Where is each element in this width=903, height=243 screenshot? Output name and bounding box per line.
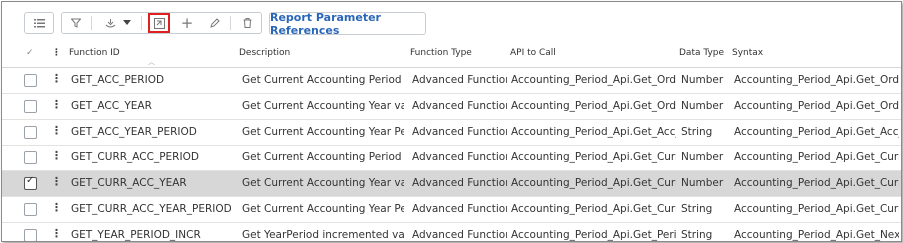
cell-description: Get Current Accounting Period val... [242, 74, 404, 86]
cell-function-type: Advanced Function [412, 99, 507, 112]
separator [230, 16, 231, 30]
cell-syntax: Accounting_Period_Api.Get_Curr_A... [734, 203, 899, 215]
table-row[interactable]: ⋮ GET_ACC_YEAR_PERIOD Get Current Accounti… [2, 120, 901, 146]
row-menu-icon[interactable]: ⋮ [51, 176, 62, 187]
cell-syntax: Accounting_Period_Api.Get_Ordin... [734, 74, 899, 86]
app-window: + Report Parameter References ✓ ⋮ Functi… [1, 1, 902, 242]
row-checkbox[interactable] [24, 228, 37, 241]
table-row[interactable]: ✓ ⋮ GET_CURR_ACC_YEAR Get Current Accountin… [2, 171, 901, 198]
highlight-box [148, 13, 170, 33]
row-menu-icon[interactable]: ⋮ [51, 99, 62, 110]
cell-api-to-call: Accounting_Period_Api.Get_Curr_A... [511, 177, 676, 190]
cell-syntax: Accounting_Period_Api.Get_Next_... [734, 228, 899, 241]
cell-data-type: Number [681, 74, 724, 86]
table-row[interactable]: ⋮ GET_ACC_PERIOD Get Current Accounting Pe… [2, 68, 901, 94]
column-description[interactable]: Description [239, 48, 290, 58]
row-checkbox[interactable] [24, 203, 37, 216]
table-row[interactable]: ⋮ GET_YEAR_PERIOD_INCR Get YearPeriod incr… [2, 223, 901, 241]
cell-api-to-call: Accounting_Period_Api.Get_Ordin... [511, 74, 676, 86]
cell-syntax: Accounting_Period_Api.Get_Ordin... [734, 99, 899, 112]
cell-description: Get Current Accounting Period val... [242, 151, 404, 164]
cell-description: Get Current Accounting Year Perio... [242, 125, 404, 138]
trash-icon[interactable] [236, 13, 258, 33]
column-function-id[interactable]: Function ID [69, 48, 120, 58]
dropdown-caret-icon[interactable] [120, 13, 134, 33]
column-data-type[interactable]: Data Type [679, 48, 724, 58]
cell-api-to-call: Accounting_Period_Api.Get_Period... [511, 228, 676, 241]
cell-data-type: String [681, 228, 713, 241]
separator [91, 16, 92, 30]
cell-api-to-call: Accounting_Period_Api.Get_Curr_A... [511, 151, 676, 164]
row-menu-icon[interactable]: ⋮ [51, 150, 62, 161]
row-checkbox[interactable] [24, 74, 37, 87]
edit-icon[interactable] [204, 13, 226, 33]
header-kebab-icon[interactable]: ⋮ [52, 48, 61, 58]
cell-api-to-call: Accounting_Period_Api.Get_Curr_A... [511, 203, 676, 215]
list-icon[interactable] [25, 13, 53, 33]
cell-function-id: GET_ACC_PERIOD [71, 74, 165, 86]
row-menu-icon[interactable]: ⋮ [51, 202, 62, 213]
cell-function-type: Advanced Function [412, 228, 507, 241]
cell-function-type: Advanced Function [412, 151, 507, 164]
column-api-to-call[interactable]: API to Call [510, 48, 556, 58]
cell-function-id: GET_CURR_ACC_PERIOD [71, 151, 199, 164]
table-row[interactable]: ⋮ GET_CURR_ACC_PERIOD Get Current Accounti… [2, 145, 901, 172]
copy-icon[interactable] [100, 13, 120, 33]
cell-description: Get YearPeriod incremented value... [242, 228, 404, 241]
cell-api-to-call: Accounting_Period_Api.Get_Acc_Ye... [511, 125, 676, 138]
check-icon: ✓ [26, 175, 35, 187]
row-checkbox[interactable] [24, 125, 37, 139]
cell-function-type: Advanced Function [412, 74, 507, 86]
row-menu-icon[interactable]: ⋮ [51, 73, 62, 84]
cell-syntax: Accounting_Period_Api.Get_Curr_A... [734, 151, 899, 164]
cell-function-type: Advanced Function [412, 125, 507, 138]
plus-icon[interactable]: + [176, 13, 198, 33]
separator [141, 16, 142, 30]
cell-api-to-call: Accounting_Period_Api.Get_Ordin... [511, 99, 676, 112]
cell-data-type: Number [681, 99, 724, 112]
cell-function-id: GET_CURR_ACC_YEAR [71, 177, 187, 190]
select-all-checkmark[interactable]: ✓ [26, 48, 34, 58]
cell-syntax: Accounting_Period_Api.Get_Curr_A... [734, 177, 899, 190]
cell-data-type: Number [681, 151, 724, 164]
sort-up-icon: ︿ [148, 58, 155, 66]
cell-function-type: Advanced Function [412, 203, 507, 215]
row-checkbox[interactable]: ✓ [24, 175, 37, 191]
cell-function-type: Advanced Function [412, 177, 507, 190]
cell-description: Get Current Accounting Year value... [242, 177, 404, 190]
cell-data-type: Number [681, 177, 724, 190]
cell-function-id: GET_CURR_ACC_YEAR_PERIOD [71, 203, 231, 215]
table-header: ✓ ⋮ Function ID ︿ Description Function T… [2, 42, 901, 68]
table-row[interactable]: ⋮ GET_ACC_YEAR Get Current Accounting Year… [2, 94, 901, 120]
cell-data-type: String [681, 125, 713, 138]
toolbar: + Report Parameter References [2, 2, 901, 42]
filter-icon[interactable] [62, 13, 90, 33]
list-view-group [24, 12, 54, 34]
cell-description: Get Current Accounting Year value... [242, 99, 404, 112]
cell-description: Get Current Accounting Year Perio... [242, 203, 404, 215]
row-menu-icon[interactable]: ⋮ [51, 228, 62, 239]
cell-function-id: GET_ACC_YEAR_PERIOD [71, 125, 197, 138]
table-row[interactable]: ⋮ GET_CURR_ACC_YEAR_PERIOD Get Current Acc… [2, 197, 901, 223]
report-parameter-references-button[interactable]: Report Parameter References [269, 11, 426, 37]
column-syntax[interactable]: Syntax [732, 48, 763, 58]
row-checkbox[interactable] [24, 151, 37, 165]
row-checkbox[interactable] [24, 99, 37, 113]
row-menu-icon[interactable]: ⋮ [51, 125, 62, 136]
cell-data-type: String [681, 203, 713, 215]
cell-function-id: GET_YEAR_PERIOD_INCR [71, 228, 201, 241]
cell-syntax: Accounting_Period_Api.Get_Acc_Ye... [734, 125, 899, 138]
column-function-type[interactable]: Function Type [410, 48, 472, 58]
cell-function-id: GET_ACC_YEAR [71, 99, 152, 112]
